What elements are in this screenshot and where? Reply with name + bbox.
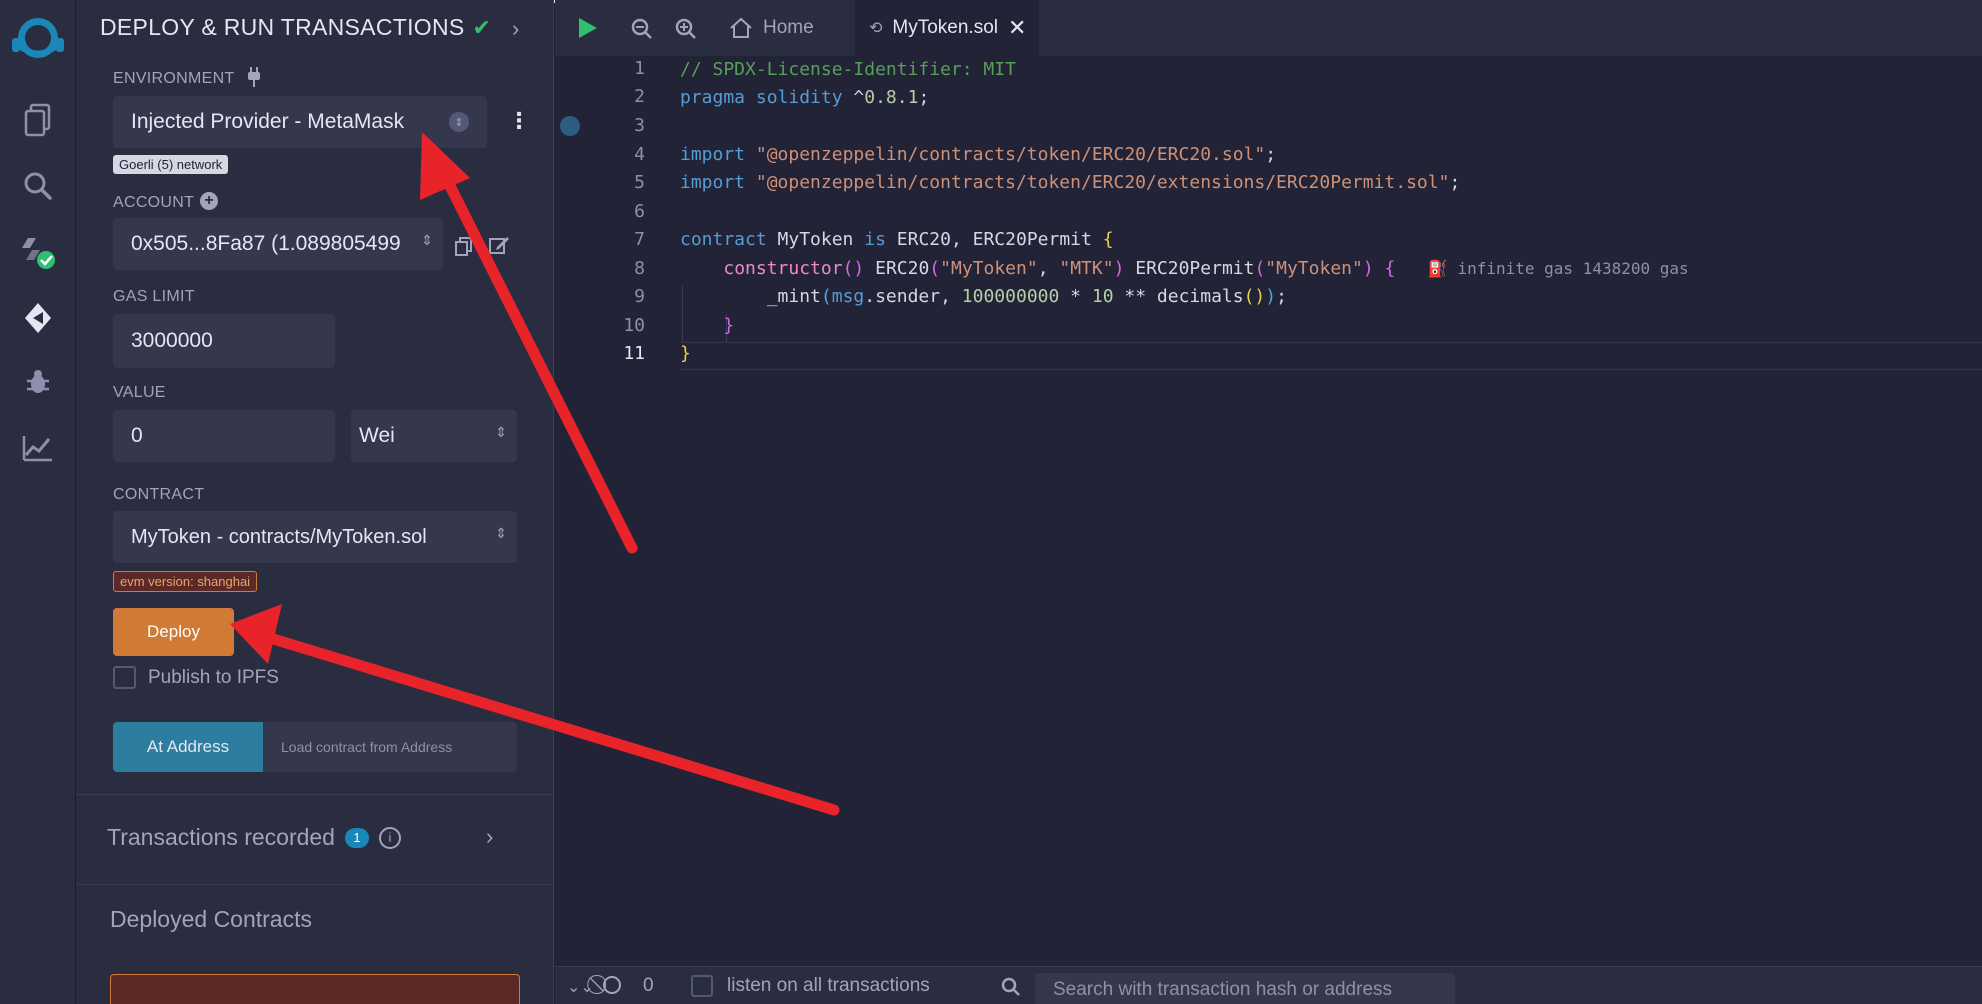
gas-limit-label: GAS LIMIT <box>113 288 195 305</box>
no-contracts-alert <box>110 974 520 1004</box>
info-icon[interactable]: ⋮ <box>508 108 530 134</box>
code-line-5: import "@openzeppelin/contracts/token/ER… <box>680 172 1461 193</box>
info-circle-icon[interactable]: i <box>378 826 401 849</box>
code-line-2: pragma solidity ^0.8.1; <box>680 87 930 108</box>
select-arrows-icon: ⇕ <box>449 112 469 132</box>
tab-file-label: MyToken.sol <box>892 17 999 38</box>
code-line-4: import "@openzeppelin/contracts/token/ER… <box>680 144 1277 165</box>
select-arrows-icon: ⇕ <box>495 424 507 440</box>
account-select[interactable]: 0x505...8Fa87 (1.089805499 ⇕ <box>113 218 443 270</box>
code-line-9: _mint(msg.sender, 100000000 * 10 ** deci… <box>680 286 1287 307</box>
close-icon[interactable]: ✕ <box>1008 15 1026 41</box>
code-line-8: constructor() ERC20("MyToken", "MTK") ER… <box>723 258 1689 279</box>
evm-version-badge: evm version: shanghai <box>113 571 258 592</box>
listen-checkbox[interactable] <box>691 975 713 997</box>
panel-title-text: DEPLOY & RUN TRANSACTIONS <box>100 14 465 40</box>
solidity-compiler-icon[interactable] <box>18 232 58 272</box>
code-editor[interactable]: // SPDX-License-Identifier: MIT pragma s… <box>680 56 1982 966</box>
deployed-contracts-header: Deployed Contracts <box>110 906 312 932</box>
line-number: 3 <box>634 115 645 136</box>
line-number: 2 <box>634 86 645 107</box>
home-icon <box>730 17 752 38</box>
collapse-terminal-icon[interactable]: ⌄⌄ <box>567 977 594 997</box>
chevron-right-icon[interactable]: › <box>486 824 493 850</box>
line-number: 9 <box>634 286 645 307</box>
pending-count: 0 <box>643 975 654 996</box>
gas-limit-input[interactable]: 3000000 <box>113 314 335 368</box>
sync-icon: ⟲ <box>869 20 883 37</box>
add-account-icon[interactable]: + <box>200 192 218 210</box>
gas-estimate-hint: ⛽ infinite gas 1438200 gas <box>1427 259 1689 278</box>
publish-ipfs-checkbox[interactable] <box>113 666 136 689</box>
code-line-7: contract MyToken is ERC20, ERC20Permit { <box>680 229 1114 250</box>
line-number-gutter: 1 2 3 4 5 6 7 8 9 10 11 <box>555 56 681 966</box>
load-contract-address-input[interactable]: Load contract from Address <box>263 722 517 772</box>
line-number: 8 <box>634 258 645 279</box>
transactions-recorded-header[interactable]: Transactions recorded 1 i <box>107 824 401 851</box>
tab-home-label: Home <box>763 17 814 38</box>
transaction-search-input[interactable]: Search with transaction hash or address <box>1035 973 1455 1004</box>
tab-home[interactable]: Home <box>715 0 845 56</box>
search-icon[interactable] <box>18 166 58 206</box>
contract-select[interactable]: MyToken - contracts/MyToken.sol ⇕ <box>113 511 517 563</box>
clear-console-icon[interactable] <box>603 976 621 994</box>
listen-label: listen on all transactions <box>727 975 930 996</box>
deploy-button[interactable]: Deploy <box>113 608 234 656</box>
line-number: 7 <box>634 229 645 250</box>
select-arrows-icon: ⇕ <box>495 525 507 541</box>
icon-rail <box>0 0 76 1004</box>
code-line-1: // SPDX-License-Identifier: MIT <box>680 59 1016 80</box>
zoom-out-icon[interactable] <box>631 18 653 45</box>
terminal-bar: ⌄⌄ ⃠ 0 listen on all transactions Search… <box>555 966 1982 1004</box>
file-explorer-icon[interactable] <box>18 100 58 140</box>
publish-ipfs-label: Publish to IPFS <box>148 667 279 688</box>
divider <box>76 884 554 885</box>
breakpoint-marker[interactable] <box>560 116 580 136</box>
chevron-right-icon[interactable]: › <box>512 16 519 42</box>
at-address-button[interactable]: At Address <box>113 722 263 772</box>
panel-title: DEPLOY & RUN TRANSACTIONS ✔ <box>100 14 491 41</box>
line-number: 1 <box>634 58 645 79</box>
contract-label: CONTRACT <box>113 486 205 503</box>
value-unit-select[interactable]: Wei ⇕ <box>351 410 517 462</box>
editor-area: Home ⟲ MyToken.sol ✕ 1 2 3 4 5 6 7 8 9 1… <box>555 0 1982 1004</box>
copy-icon[interactable] <box>454 236 474 261</box>
current-line-highlight <box>680 342 1982 370</box>
line-number: 5 <box>634 172 645 193</box>
transactions-count-badge: 1 <box>344 827 369 848</box>
deploy-run-icon[interactable] <box>18 298 58 338</box>
checkmark-icon: ✔ <box>472 14 492 40</box>
analytics-chart-icon[interactable] <box>18 428 58 468</box>
search-icon <box>1001 977 1021 1002</box>
remix-ide: DEPLOY & RUN TRANSACTIONS ✔ › ENVIRONMEN… <box>0 0 1982 1004</box>
tab-bar: Home ⟲ MyToken.sol ✕ <box>555 0 1982 56</box>
value-label: VALUE <box>113 384 166 401</box>
account-label: ACCOUNT <box>113 194 195 211</box>
deploy-run-panel: DEPLOY & RUN TRANSACTIONS ✔ › ENVIRONMEN… <box>76 0 554 1004</box>
run-script-icon[interactable] <box>577 16 599 45</box>
plug-icon <box>244 66 264 93</box>
environment-select[interactable]: Injected Provider - MetaMask ⇕ <box>113 96 487 148</box>
zoom-in-icon[interactable] <box>675 18 697 45</box>
edit-icon[interactable] <box>488 234 510 261</box>
network-badge: Goerli (5) network <box>113 155 229 174</box>
code-line-10: } <box>723 315 735 336</box>
remix-logo-icon[interactable] <box>8 16 68 60</box>
code-line-11: } <box>680 343 691 364</box>
value-input[interactable]: 0 <box>113 410 335 462</box>
divider <box>76 794 554 795</box>
tab-mytoken-sol[interactable]: ⟲ MyToken.sol ✕ <box>855 0 1039 56</box>
line-number: 4 <box>634 144 645 165</box>
line-number: 10 <box>623 315 645 336</box>
environment-label: ENVIRONMENT <box>113 70 235 87</box>
debugger-bug-icon[interactable] <box>18 362 58 402</box>
line-number: 6 <box>634 201 645 222</box>
line-number: 11 <box>623 343 645 364</box>
select-arrows-icon: ⇕ <box>421 232 433 248</box>
